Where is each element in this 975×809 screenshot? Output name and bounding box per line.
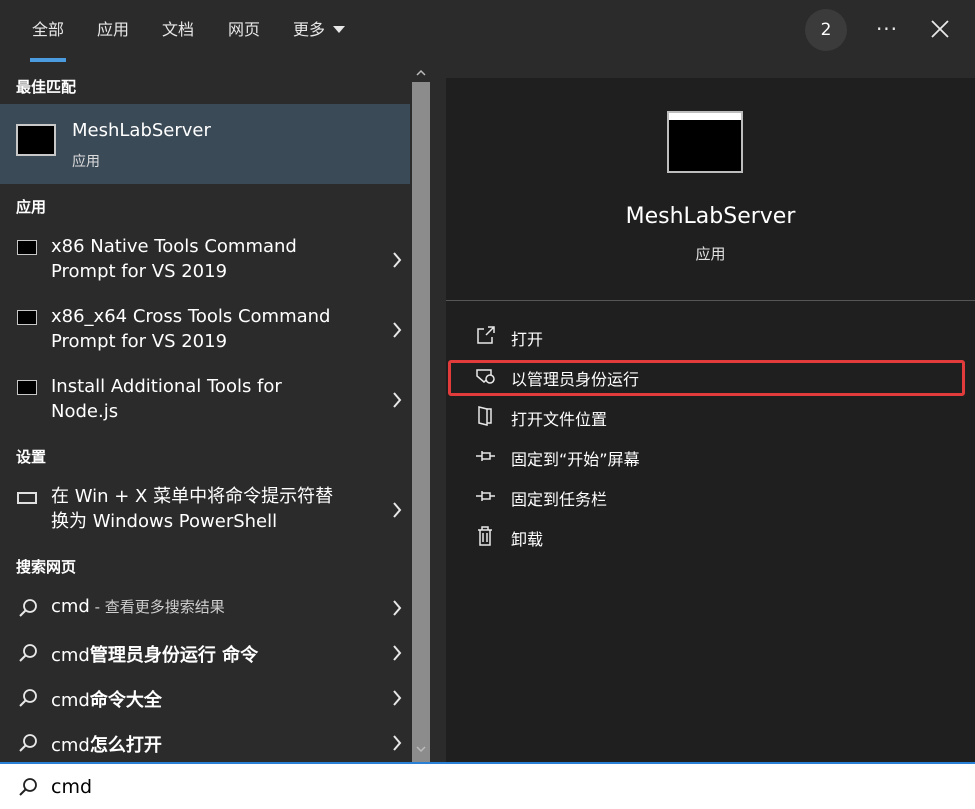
- console-app-icon: [17, 240, 37, 255]
- web-result-label: cmd管理员身份运行 命令: [51, 641, 258, 667]
- best-match-name: MeshLabServer: [72, 120, 211, 141]
- detail-subtitle: 应用: [695, 245, 726, 263]
- action-open[interactable]: 打开: [446, 318, 975, 356]
- list-item[interactable]: x86_x64 Cross Tools Command Prompt for V…: [0, 302, 410, 358]
- action-label: 固定到任务栏: [511, 490, 608, 509]
- list-item-line1: x86 Native Tools Command: [51, 236, 297, 257]
- web-result-label: cmd - 查看更多搜索结果: [51, 596, 225, 617]
- detail-title: MeshLabServer: [625, 204, 796, 229]
- results-list: 最佳匹配 MeshLabServer 应用 应用 x86 Native Tool…: [0, 62, 410, 762]
- web-result-label: cmd怎么打开: [51, 731, 162, 757]
- console-app-large-icon: [667, 111, 743, 173]
- search-icon: [19, 778, 37, 796]
- window-titlebar-decoration: [669, 113, 741, 120]
- action-label: 卸载: [511, 530, 544, 549]
- search-icon: [19, 734, 37, 752]
- chevron-right-icon[interactable]: [390, 733, 404, 753]
- console-app-icon: [16, 124, 56, 156]
- web-result-label: cmd命令大全: [51, 686, 162, 712]
- divider: [446, 300, 975, 301]
- more-options-button[interactable]: ···: [872, 14, 902, 44]
- chevron-right-icon[interactable]: [390, 598, 404, 618]
- section-apps: 应用: [16, 198, 47, 216]
- scroll-down-icon[interactable]: [415, 744, 427, 754]
- web-result-item[interactable]: cmd命令大全: [0, 682, 410, 722]
- tab-all[interactable]: 全部: [29, 0, 67, 62]
- list-item-label: x86 Native Tools Command Prompt for VS 2…: [51, 234, 371, 284]
- web-result-suggestion: 怎么打开: [89, 735, 162, 756]
- section-settings: 设置: [16, 448, 47, 466]
- tab-web[interactable]: 网页: [228, 0, 260, 62]
- list-item[interactable]: 在 Win + X 菜单中将命令提示符替 换为 Windows PowerShe…: [0, 482, 410, 538]
- pin-icon: [476, 451, 495, 461]
- rewards-badge[interactable]: 2: [805, 9, 847, 51]
- console-app-icon: [17, 310, 37, 325]
- section-best-match: 最佳匹配: [16, 78, 77, 96]
- action-label: 打开: [511, 330, 544, 349]
- web-result-query: cmd: [51, 645, 90, 666]
- scroll-up-icon[interactable]: [415, 68, 427, 78]
- web-result-query: cmd: [51, 690, 90, 711]
- chevron-right-icon[interactable]: [390, 250, 404, 270]
- scrollbar-thumb[interactable]: [412, 82, 430, 762]
- folder-icon: [478, 406, 492, 426]
- action-label: 固定到“开始”屏幕: [511, 450, 640, 469]
- list-item[interactable]: x86 Native Tools Command Prompt for VS 2…: [0, 232, 410, 288]
- chevron-right-icon[interactable]: [390, 688, 404, 708]
- action-uninstall[interactable]: 卸载: [446, 518, 975, 556]
- web-result-query: cmd: [51, 735, 90, 756]
- best-match-item[interactable]: MeshLabServer 应用: [0, 104, 410, 184]
- tab-more-label: 更多: [293, 20, 326, 39]
- filter-bar: 全部 应用 文档 网页 更多 2 ···: [0, 0, 975, 62]
- search-icon: [19, 689, 37, 707]
- trash-icon: [478, 526, 492, 546]
- list-item-line2: Prompt for VS 2019: [51, 261, 228, 282]
- open-icon: [477, 326, 495, 344]
- list-item-line2: Prompt for VS 2019: [51, 331, 228, 352]
- search-icon: [19, 599, 37, 617]
- list-item-line1: x86_x64 Cross Tools Command: [51, 306, 331, 327]
- web-result-suggestion: 管理员身份运行 命令: [89, 645, 259, 666]
- chevron-right-icon[interactable]: [390, 500, 404, 520]
- action-pin-to-start[interactable]: 固定到“开始”屏幕: [446, 438, 975, 476]
- search-box[interactable]: cmd: [0, 762, 975, 809]
- list-item-line2: Node.js: [51, 401, 119, 422]
- highlight-box: [448, 360, 965, 396]
- web-result-hint: - 查看更多搜索结果: [89, 598, 225, 616]
- web-result-query: cmd: [51, 596, 90, 617]
- section-web: 搜索网页: [16, 558, 77, 576]
- close-icon[interactable]: [928, 17, 952, 41]
- tab-apps[interactable]: 应用: [97, 0, 129, 62]
- list-item[interactable]: Install Additional Tools for Node.js: [0, 372, 410, 428]
- list-item-label: x86_x64 Cross Tools Command Prompt for V…: [51, 304, 371, 354]
- list-item-label: 在 Win + X 菜单中将命令提示符替 换为 Windows PowerShe…: [51, 484, 371, 534]
- pin-icon: [476, 491, 495, 501]
- tab-more[interactable]: 更多: [293, 0, 346, 62]
- results-scrollbar[interactable]: [410, 62, 432, 762]
- tab-documents[interactable]: 文档: [162, 0, 194, 62]
- console-app-icon: [17, 380, 37, 395]
- action-label: 打开文件位置: [511, 410, 608, 429]
- best-match-type: 应用: [72, 154, 100, 170]
- search-input[interactable]: cmd: [51, 776, 92, 798]
- chevron-right-icon[interactable]: [390, 320, 404, 340]
- list-item-line1: 在 Win + X 菜单中将命令提示符替: [51, 486, 334, 507]
- list-item-line2: 换为 Windows PowerShell: [51, 511, 278, 532]
- search-icon: [19, 644, 37, 662]
- web-result-item[interactable]: cmd管理员身份运行 命令: [0, 637, 410, 677]
- list-item-label: Install Additional Tools for Node.js: [51, 374, 371, 424]
- web-result-item[interactable]: cmd怎么打开: [0, 727, 410, 762]
- list-item-line1: Install Additional Tools for: [51, 376, 282, 397]
- chevron-right-icon[interactable]: [390, 390, 404, 410]
- action-pin-to-taskbar[interactable]: 固定到任务栏: [446, 478, 975, 516]
- action-open-file-location[interactable]: 打开文件位置: [446, 398, 975, 436]
- web-result-suggestion: 命令大全: [89, 690, 162, 711]
- web-result-item[interactable]: cmd - 查看更多搜索结果: [0, 592, 410, 632]
- detail-panel: MeshLabServer 应用 打开 以管理员身份运行 打开文件位置 固定到“…: [446, 78, 975, 762]
- monitor-icon: [17, 492, 37, 504]
- chevron-right-icon[interactable]: [390, 643, 404, 663]
- chevron-down-icon: [333, 26, 346, 33]
- panel-gap: [432, 62, 446, 762]
